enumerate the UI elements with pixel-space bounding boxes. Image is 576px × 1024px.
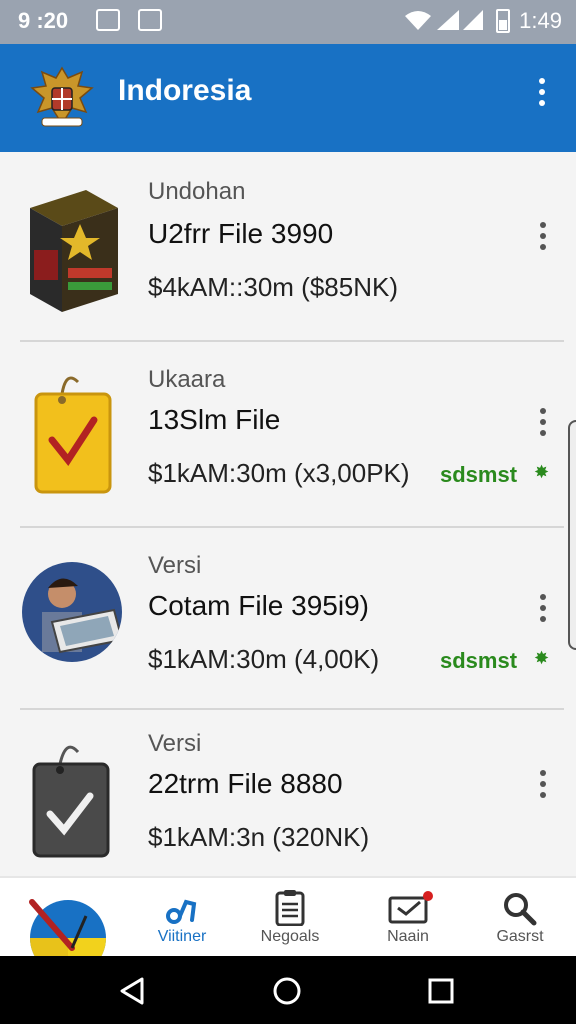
nav-label: Naain bbox=[387, 928, 429, 945]
clipboard-icon bbox=[275, 890, 305, 926]
garuda-emblem-logo bbox=[30, 66, 94, 127]
item-meta: $4kAM::30m ($85NK) bbox=[148, 272, 398, 302]
item-filename: U2frr File 3990 bbox=[148, 218, 334, 249]
nav-label: Viitiner bbox=[157, 928, 207, 945]
item-meta: $1kAM:30m (x3,00PK) bbox=[148, 458, 410, 488]
bottom-navigation: Viitiner Negoals Naain Gasrst bbox=[0, 876, 576, 956]
nav-item-negoals[interactable]: Negoals bbox=[250, 890, 330, 954]
divider bbox=[20, 708, 564, 710]
cellular-icon bbox=[463, 10, 483, 30]
checked-tag-icon bbox=[34, 376, 112, 494]
status-clock: 1:49 bbox=[519, 8, 562, 33]
nav-item-gasrst[interactable]: Gasrst bbox=[480, 890, 560, 954]
divider bbox=[20, 526, 564, 528]
item-filename: Cotam File 395i9) bbox=[148, 590, 369, 621]
checked-tag-icon bbox=[32, 745, 110, 858]
nav-item-viitiner[interactable]: Viitiner bbox=[142, 890, 222, 954]
item-meta: $1kAM:3n (320NK) bbox=[148, 822, 370, 852]
sparkle-icon: ✸ bbox=[534, 648, 550, 668]
back-icon[interactable] bbox=[118, 976, 148, 1006]
overflow-menu-button[interactable] bbox=[532, 78, 552, 118]
music-note-icon bbox=[166, 899, 197, 924]
status-bar: 9 :20 1:49 bbox=[0, 0, 576, 44]
system-navigation-bar bbox=[0, 956, 576, 1024]
item-category: Ukaara bbox=[148, 366, 226, 393]
item-filename: 22trm File 8880 bbox=[148, 768, 343, 799]
item-more-button[interactable] bbox=[534, 408, 552, 444]
battery-icon bbox=[496, 9, 510, 33]
item-more-button[interactable] bbox=[534, 770, 552, 806]
calendar-notification-icon bbox=[138, 9, 162, 31]
app-bar: Indoresia bbox=[0, 44, 576, 152]
person-avatar-image bbox=[22, 562, 122, 662]
item-tag: sdsmst bbox=[440, 648, 518, 673]
sparkle-icon: ✸ bbox=[534, 462, 550, 482]
divider bbox=[20, 340, 564, 342]
item-category: Versi bbox=[148, 552, 202, 579]
profile-avatar[interactable] bbox=[28, 898, 108, 956]
search-icon bbox=[504, 893, 537, 926]
recents-icon[interactable] bbox=[426, 976, 456, 1006]
inbox-icon bbox=[388, 891, 433, 924]
item-meta: $1kAM:30m (4,00K) bbox=[148, 644, 380, 674]
nav-item-naain[interactable]: Naain bbox=[368, 890, 448, 954]
item-more-button[interactable] bbox=[534, 222, 552, 258]
scroll-handle[interactable] bbox=[568, 420, 576, 650]
status-time: 9 :20 bbox=[18, 8, 69, 33]
software-box-icon bbox=[30, 190, 118, 312]
item-filename: 13Slm File bbox=[148, 404, 281, 435]
wifi-icon bbox=[405, 11, 431, 30]
item-tag: sdsmst bbox=[440, 462, 518, 487]
page-title: Indoresia bbox=[118, 74, 252, 107]
nav-label: Negoals bbox=[260, 928, 320, 945]
item-category: Undohan bbox=[148, 178, 246, 205]
nav-label: Gasrst bbox=[496, 928, 544, 945]
signal-icon bbox=[437, 10, 459, 30]
photo-notification-icon bbox=[96, 9, 120, 31]
file-list: Undohan U2frr File 3990 $4kAM::30m ($85N… bbox=[0, 152, 576, 876]
item-more-button[interactable] bbox=[534, 594, 552, 630]
item-category: Versi bbox=[148, 730, 202, 757]
home-icon[interactable] bbox=[272, 976, 302, 1006]
